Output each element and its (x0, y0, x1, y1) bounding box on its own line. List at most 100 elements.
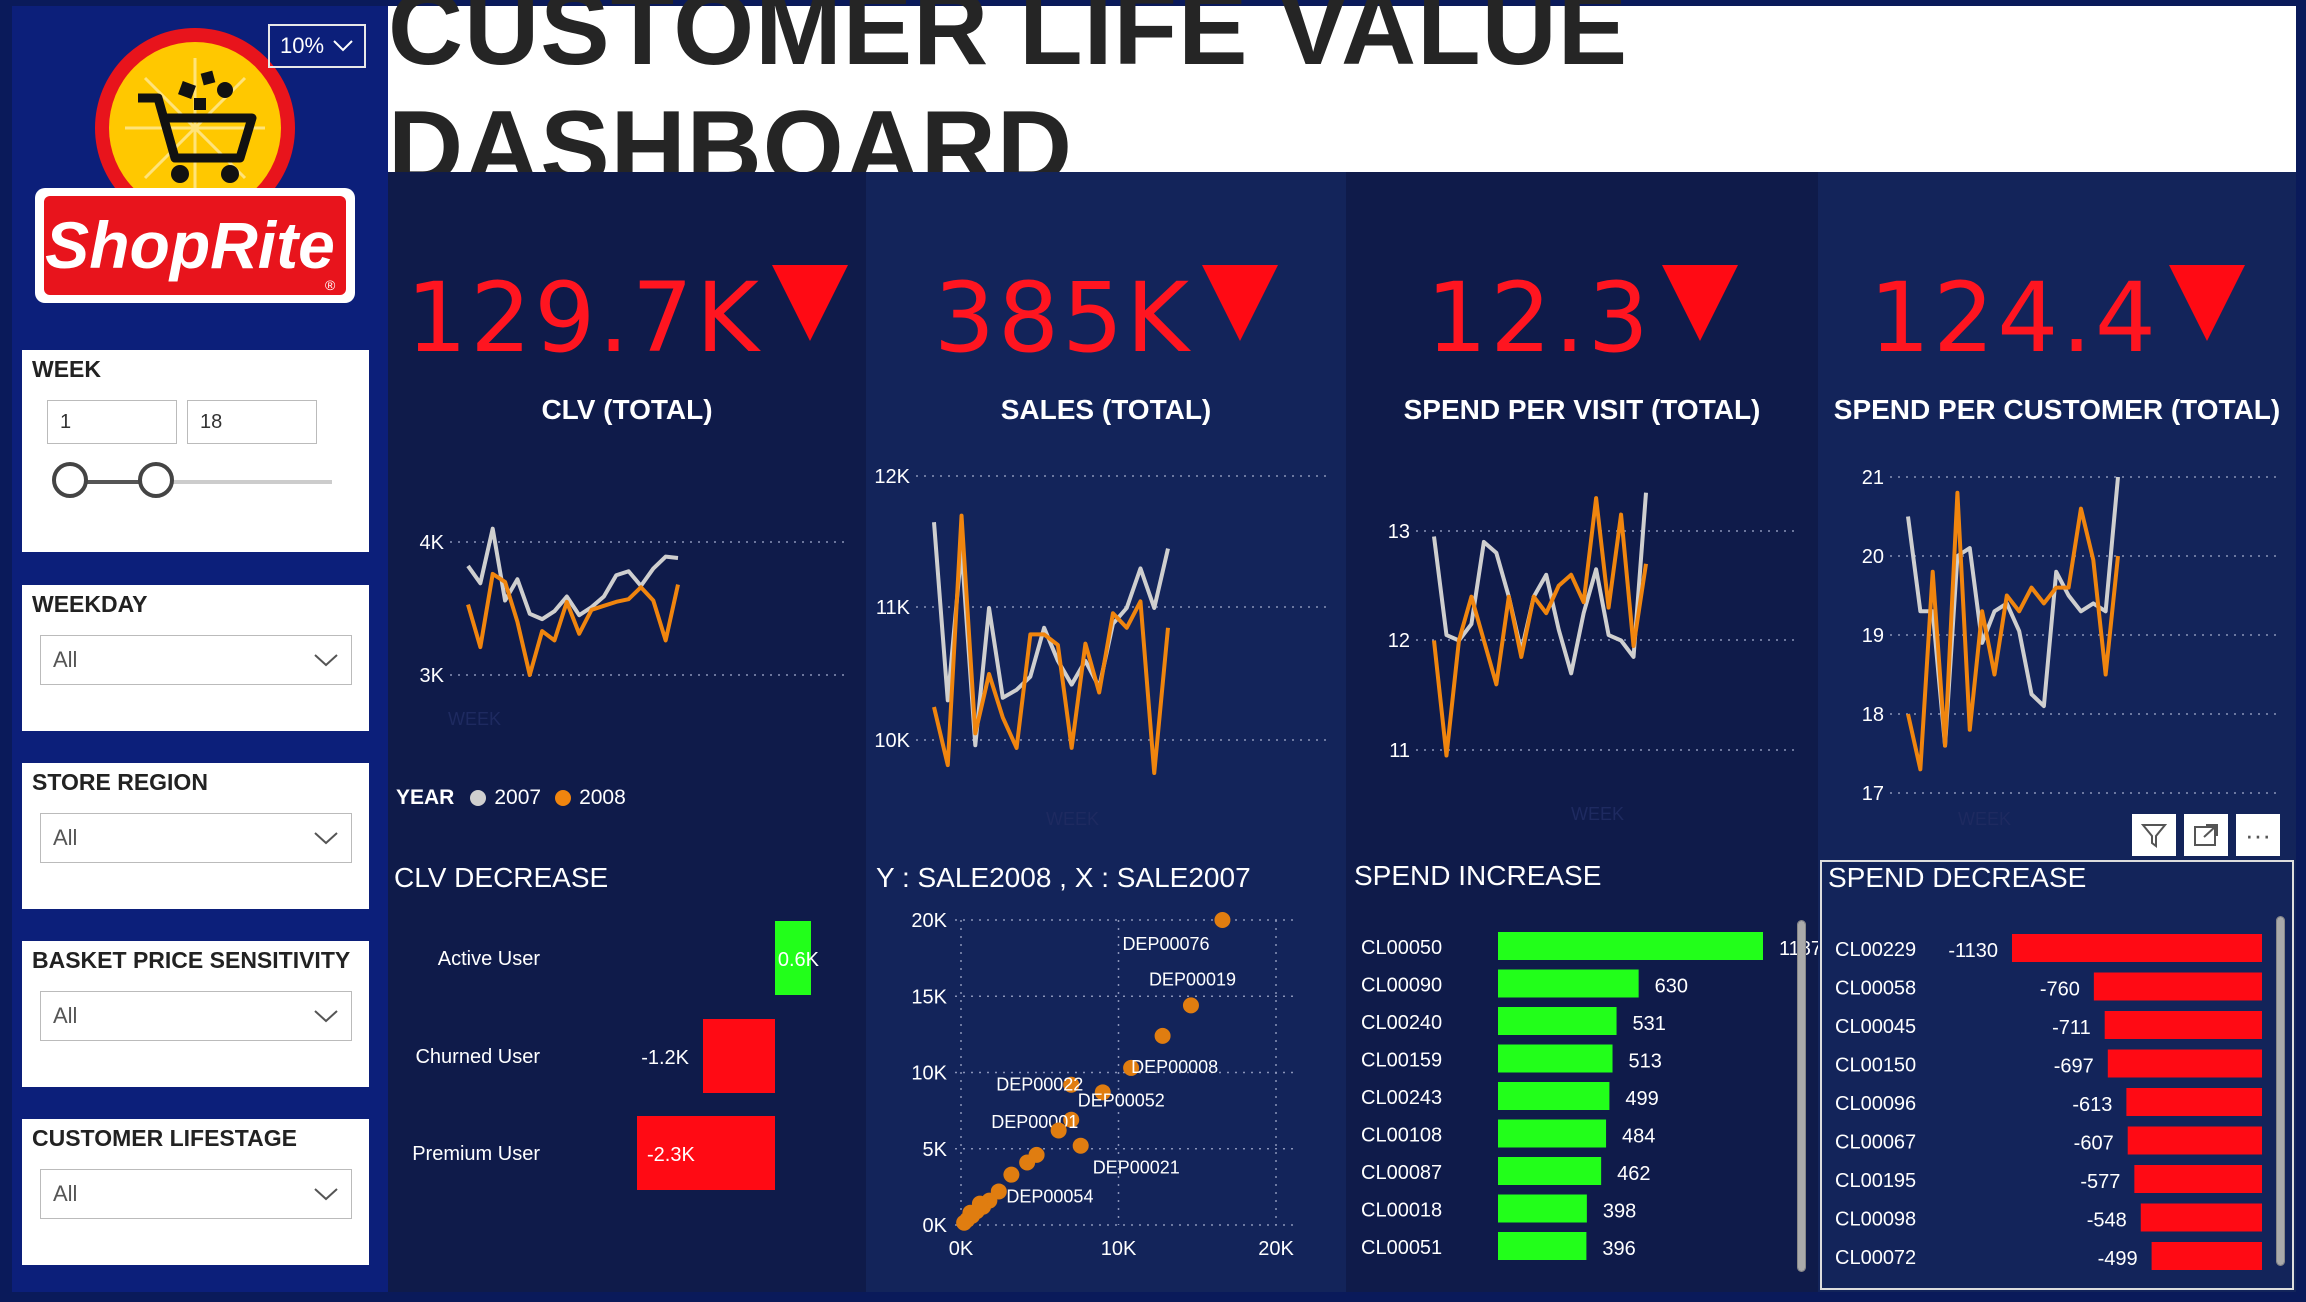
bar-category-label: Churned User (415, 1046, 540, 1068)
scatter-point (1050, 1122, 1067, 1139)
chevron-down-icon (314, 832, 338, 845)
clv-decrease-bar-chart: Active User 0.6K Churned User -1.2K Premium … (412, 921, 820, 1190)
bar-category-label: CL00240 (1361, 1012, 1442, 1034)
scatter-point (1214, 912, 1231, 928)
week-to-input[interactable]: 18 (187, 400, 317, 444)
scatter-point (1182, 997, 1199, 1014)
chevron-down-icon (314, 1188, 338, 1201)
kpi-spend-per-visit: 12.3 (1346, 262, 1818, 374)
bar-value-label: 484 (1622, 1126, 1655, 1148)
dropdown-value: All (53, 647, 78, 672)
bar-value-label: 462 (1617, 1163, 1650, 1185)
range-handle-end[interactable] (138, 462, 174, 498)
slicer-title: WEEK (32, 356, 101, 382)
bar (2104, 1011, 2262, 1039)
bar-value-label: -499 (2098, 1248, 2138, 1270)
bar-category-label: CL00090 (1361, 975, 1442, 997)
bar-value-label: 396 (1602, 1238, 1635, 1260)
kpi-label: SPEND PER VISIT (TOTAL) (1403, 394, 1761, 425)
kpi-label: SALES (TOTAL) (1000, 394, 1212, 425)
lifestage-dropdown[interactable]: All (40, 1169, 352, 1219)
point-label: DEP00076 (1122, 934, 1209, 954)
series-line-2008 (1906, 490, 2120, 772)
bar (703, 1019, 775, 1093)
scrollbar-spend-increase[interactable] (1797, 920, 1806, 1272)
y-tick-label: 10K (874, 730, 910, 752)
kpi-spend-per-customer: 124.4 (1818, 262, 2296, 374)
week-slicer: WEEK 1 18 (22, 350, 369, 552)
bar-value-label: -2.3K (647, 1144, 695, 1166)
bar (1498, 1119, 1607, 1148)
y-tick-label: 12K (874, 466, 910, 488)
bar-category-label: CL00050 (1361, 937, 1442, 959)
bar-category-label: Active User (438, 948, 541, 970)
slicer-title: CUSTOMER LIFESTAGE (32, 1125, 297, 1151)
bar (2107, 1049, 2262, 1078)
bar (1498, 969, 1639, 998)
bar (2140, 1203, 2262, 1232)
bar-category-label: CL00150 (1835, 1055, 1916, 1077)
down-arrow-icon (1202, 265, 1279, 341)
focus-mode-icon[interactable] (2184, 814, 2228, 856)
section-title-scatter: Y : SALE2008 , X : SALE2007 (876, 862, 1251, 893)
x-tick-label: 0K (949, 1238, 974, 1260)
kpi-value: 129.7K (406, 262, 762, 374)
visual-header-toolbar: ··· (2132, 814, 2292, 856)
bar (1498, 932, 1763, 960)
bar-value-label: -607 (2074, 1133, 2114, 1155)
bar-value-label: 398 (1603, 1201, 1636, 1223)
clv-line-chart: 4K 3K WEEK (420, 526, 846, 729)
range-handle-start[interactable] (52, 462, 88, 498)
bar (2012, 934, 2262, 962)
bar-category-label: CL00098 (1835, 1209, 1916, 1231)
filter-icon[interactable] (2132, 814, 2176, 856)
bar-value-label: -760 (2040, 979, 2080, 1001)
x-axis-label: WEEK (448, 709, 501, 729)
svg-text:ShopRite: ShopRite (45, 208, 335, 282)
down-arrow-icon (2168, 265, 2245, 341)
y-tick-label: 4K (420, 532, 445, 554)
slicer-title: BASKET PRICE SENSITIVITY (32, 947, 351, 973)
bar-value-label: -548 (2087, 1210, 2127, 1232)
x-axis-label: WEEK (1571, 804, 1624, 824)
bar-value-label: -697 (2054, 1056, 2094, 1078)
kpi-value: 124.4 (1869, 262, 2159, 374)
scrollbar-spend-decrease[interactable] (2276, 916, 2285, 1266)
legend-title: YEAR (396, 786, 455, 809)
bar-value-label: 531 (1633, 1013, 1666, 1035)
series-line-2007 (1906, 476, 2120, 748)
kpi-value: 385K (933, 262, 1193, 374)
bar (2127, 1126, 2262, 1155)
dropdown-value: All (53, 1003, 78, 1028)
point-label: DEP00021 (1093, 1158, 1180, 1178)
chevron-down-icon (333, 40, 353, 52)
bar-category-label: CL00195 (1835, 1170, 1916, 1192)
y-tick-label: 13 (1388, 521, 1410, 543)
bar-category-label: CL00159 (1361, 1050, 1442, 1072)
store-region-dropdown[interactable]: All (40, 813, 352, 863)
down-arrow-icon (1661, 265, 1738, 341)
weekday-dropdown[interactable]: All (40, 635, 352, 685)
legend-item-2007[interactable]: 2007 (494, 786, 541, 810)
basket-dropdown[interactable]: All (40, 991, 352, 1041)
y-tick-label: 19 (1862, 625, 1884, 647)
more-options-icon[interactable]: ··· (2236, 814, 2280, 856)
bar-category-label: CL00108 (1361, 1125, 1442, 1147)
zoom-dropdown[interactable]: 10% (268, 24, 366, 68)
bar (2093, 972, 2262, 1001)
slicer-title: STORE REGION (32, 769, 208, 795)
kpi-label: CLV (TOTAL) (541, 394, 713, 425)
y-tick-label: 15K (911, 986, 947, 1008)
bar (2134, 1165, 2262, 1193)
kpi-value: 12.3 (1426, 262, 1652, 374)
legend-item-2008[interactable]: 2008 (579, 786, 626, 810)
x-axis-label: WEEK (1958, 809, 2011, 829)
dashboard-title-bar: CUSTOMER LIFE VALUE DASHBOARD (388, 0, 2296, 206)
y-tick-label: 11 (1389, 740, 1410, 762)
x-tick-label: 10K (1101, 1238, 1137, 1260)
spend-decrease-bar-chart: CL00229 -1130 CL00058 -760 CL00045 -711 CL0015… (1835, 934, 2262, 1270)
bar (2151, 1242, 2262, 1270)
point-label: DEP00019 (1149, 969, 1236, 989)
week-from-input[interactable]: 1 (47, 400, 177, 444)
bar-value-label: 630 (1655, 976, 1688, 998)
